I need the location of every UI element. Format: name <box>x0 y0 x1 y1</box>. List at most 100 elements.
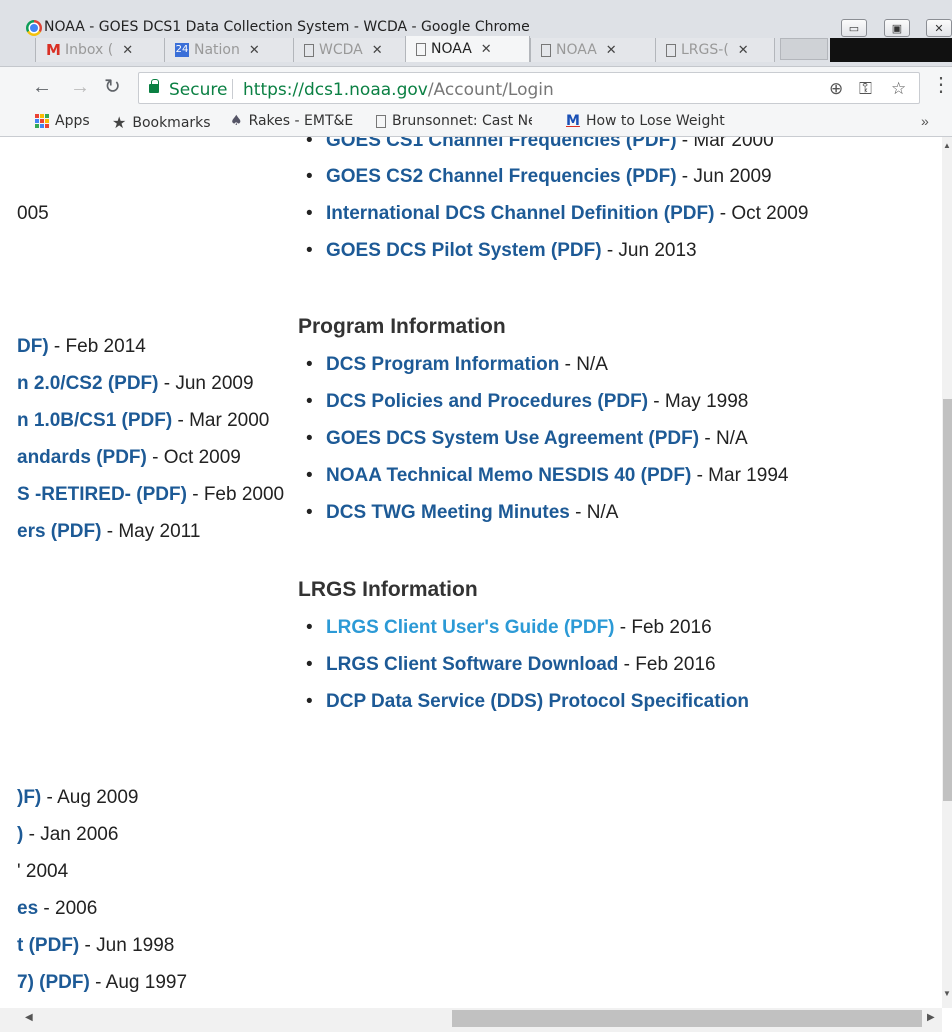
left-doc-item[interactable]: es - 2006 <box>17 898 97 920</box>
left-doc-item[interactable]: n 2.0/CS2 (PDF) - Jun 2009 <box>17 373 254 395</box>
maximize-button[interactable]: ▣ <box>884 19 910 37</box>
doc-list-item[interactable]: • GOES DCS System Use Agreement (PDF) - N… <box>306 428 748 450</box>
doc-list-item[interactable]: • GOES CS1 Channel Frequencies (PDF) - Ma… <box>306 137 774 152</box>
left-doc-item[interactable]: 005 <box>17 203 49 225</box>
vertical-scroll-thumb[interactable] <box>943 399 952 801</box>
close-icon[interactable]: ✕ <box>481 42 492 57</box>
tab-lrgs[interactable]: LRGS-( ✕ <box>655 38 775 62</box>
close-window-button[interactable]: ✕ <box>926 19 952 37</box>
menu-icon[interactable]: ⋮ <box>931 75 951 95</box>
back-button[interactable]: ← <box>32 77 52 97</box>
left-doc-item[interactable]: ' 2004 <box>17 861 68 883</box>
doc-list-item[interactable]: • GOES CS2 Channel Frequencies (PDF) - Ju… <box>306 166 772 188</box>
doc-list-item[interactable]: • DCS Policies and Procedures (PDF) - May… <box>306 391 748 413</box>
horizontal-scrollbar[interactable]: ◀ ▶ <box>17 1008 942 1032</box>
bookmark-rakes[interactable]: ♠ Rakes - EMT&E <box>230 113 353 129</box>
scroll-right-icon[interactable]: ▶ <box>927 1012 935 1023</box>
close-icon[interactable]: ✕ <box>738 43 749 58</box>
page-icon <box>541 43 551 57</box>
doc-link[interactable]: GOES DCS System Use Agreement (PDF) <box>326 428 699 449</box>
close-icon[interactable]: ✕ <box>606 43 617 58</box>
doc-link[interactable]: NOAA Technical Memo NESDIS 40 (PDF) <box>326 465 691 486</box>
horizontal-scroll-thumb[interactable] <box>452 1010 922 1027</box>
scroll-left-icon[interactable]: ◀ <box>25 1012 33 1023</box>
doc-link[interactable]: LRGS Client Software Download <box>326 654 618 675</box>
doc-link[interactable]: )F) <box>17 787 41 808</box>
scroll-down-icon[interactable]: ▼ <box>943 989 951 998</box>
page-viewport: 005 DF) - Feb 2014 n 2.0/CS2 (PDF) - Jun… <box>0 137 942 1008</box>
doc-list-item[interactable]: • DCS TWG Meeting Minutes - N/A <box>306 502 619 524</box>
left-doc-item[interactable]: andards (PDF) - Oct 2009 <box>17 447 241 469</box>
doc-date: 005 <box>17 203 49 224</box>
forward-button[interactable]: → <box>70 77 90 97</box>
left-document-column: 005 DF) - Feb 2014 n 2.0/CS2 (PDF) - Jun… <box>17 137 297 1008</box>
vertical-scrollbar[interactable]: ▲ ▼ <box>942 137 952 1008</box>
doc-date: - May 2011 <box>101 521 201 542</box>
reload-button[interactable]: ↻ <box>104 77 121 97</box>
doc-link[interactable]: es <box>17 898 38 919</box>
minimize-button[interactable]: ▭ <box>841 19 867 37</box>
doc-date: - Jun 2013 <box>601 240 697 261</box>
more-bookmarks-button[interactable]: » <box>921 113 929 129</box>
address-bar[interactable]: Secure https://dcs1.noaa.gov/Account/Log… <box>138 72 920 104</box>
doc-list-item[interactable]: • NOAA Technical Memo NESDIS 40 (PDF) - M… <box>306 465 788 487</box>
doc-link[interactable]: t (PDF) <box>17 935 79 956</box>
close-icon[interactable]: ✕ <box>122 43 133 58</box>
close-icon[interactable]: ✕ <box>372 43 383 58</box>
new-tab-button[interactable] <box>780 38 828 60</box>
doc-link[interactable]: 7) (PDF) <box>17 972 90 993</box>
doc-link[interactable]: DCS TWG Meeting Minutes <box>326 502 570 523</box>
close-icon[interactable]: ✕ <box>249 43 260 58</box>
doc-link[interactable]: GOES CS2 Channel Frequencies (PDF) <box>326 166 677 187</box>
bullet: • <box>306 465 313 486</box>
page-icon <box>416 42 426 56</box>
left-doc-item[interactable]: S -RETIRED- (PDF) - Feb 2000 <box>17 484 284 506</box>
doc-link[interactable]: DF) <box>17 336 49 357</box>
doc-date: - Jun 1998 <box>79 935 175 956</box>
page-icon <box>376 114 386 128</box>
doc-link[interactable]: n 2.0/CS2 (PDF) <box>17 373 158 394</box>
zoom-icon[interactable]: ⊕ <box>829 79 843 99</box>
doc-link[interactable]: DCS Program Information <box>326 354 559 375</box>
tab-noaa-active[interactable]: NOAA ✕ <box>405 36 530 62</box>
scroll-up-icon[interactable]: ▲ <box>943 141 951 150</box>
star-icon[interactable]: ☆ <box>891 79 906 99</box>
doc-link[interactable]: n 1.0B/CS1 (PDF) <box>17 410 172 431</box>
doc-date: - Feb 2016 <box>614 617 712 638</box>
left-doc-item[interactable]: t (PDF) - Jun 1998 <box>17 935 174 957</box>
bookmark-bookmarks[interactable]: ★ Bookmarks <box>112 113 211 132</box>
doc-date: - Mar 2000 <box>172 410 270 431</box>
doc-link[interactable]: ers (PDF) <box>17 521 101 542</box>
tab-wcda[interactable]: WCDA ✕ <box>293 38 413 62</box>
doc-list-item[interactable]: • LRGS Client Software Download - Feb 201… <box>306 654 716 676</box>
doc-list-item[interactable]: • GOES DCS Pilot System (PDF) - Jun 2013 <box>306 240 697 262</box>
left-doc-item[interactable]: DF) - Feb 2014 <box>17 336 146 358</box>
bookmark-apps[interactable]: Apps <box>35 113 90 129</box>
doc-link[interactable]: International DCS Channel Definition (PD… <box>326 203 714 224</box>
doc-list-item[interactable]: • International DCS Channel Definition (P… <box>306 203 808 225</box>
doc-link[interactable]: S -RETIRED- (PDF) <box>17 484 187 505</box>
left-doc-item[interactable]: n 1.0B/CS1 (PDF) - Mar 2000 <box>17 410 269 432</box>
doc-link[interactable]: GOES DCS Pilot System (PDF) <box>326 240 602 261</box>
doc-list-item[interactable]: • DCS Program Information - N/A <box>306 354 608 376</box>
left-doc-item[interactable]: )F) - Aug 2009 <box>17 787 138 809</box>
url-text[interactable]: https://dcs1.noaa.gov/Account/Login <box>243 80 554 100</box>
left-doc-item[interactable]: ers (PDF) - May 2011 <box>17 521 200 543</box>
key-icon[interactable]: ⚿ <box>859 79 872 99</box>
doc-date: - N/A <box>569 502 619 523</box>
tab-inbox[interactable]: M Inbox ( ✕ <box>35 38 165 62</box>
doc-list-item[interactable]: • LRGS Client User's Guide (PDF) - Feb 20… <box>306 617 712 639</box>
bookmark-lose-weight[interactable]: M How to Lose Weight <box>566 113 725 129</box>
doc-link[interactable]: DCP Data Service (DDS) Protocol Specific… <box>326 691 749 712</box>
doc-list-item[interactable]: • DCP Data Service (DDS) Protocol Specifi… <box>306 691 749 713</box>
bookmark-brunsonnet[interactable]: Brunsonnet: Cast Net <box>376 113 532 129</box>
doc-link[interactable]: DCS Policies and Procedures (PDF) <box>326 391 648 412</box>
doc-link[interactable]: andards (PDF) <box>17 447 147 468</box>
tab-nation[interactable]: 24 Nation ✕ <box>164 38 294 62</box>
tab-noaa-2[interactable]: NOAA ✕ <box>530 38 658 62</box>
left-doc-item[interactable]: 7) (PDF) - Aug 1997 <box>17 972 187 994</box>
doc-link[interactable]: LRGS Client User's Guide (PDF) <box>326 617 615 638</box>
doc-link[interactable]: GOES CS1 Channel Frequencies (PDF) <box>326 137 677 151</box>
left-doc-item[interactable]: ) - Jan 2006 <box>17 824 118 846</box>
doc-date: - 2006 <box>38 898 98 919</box>
